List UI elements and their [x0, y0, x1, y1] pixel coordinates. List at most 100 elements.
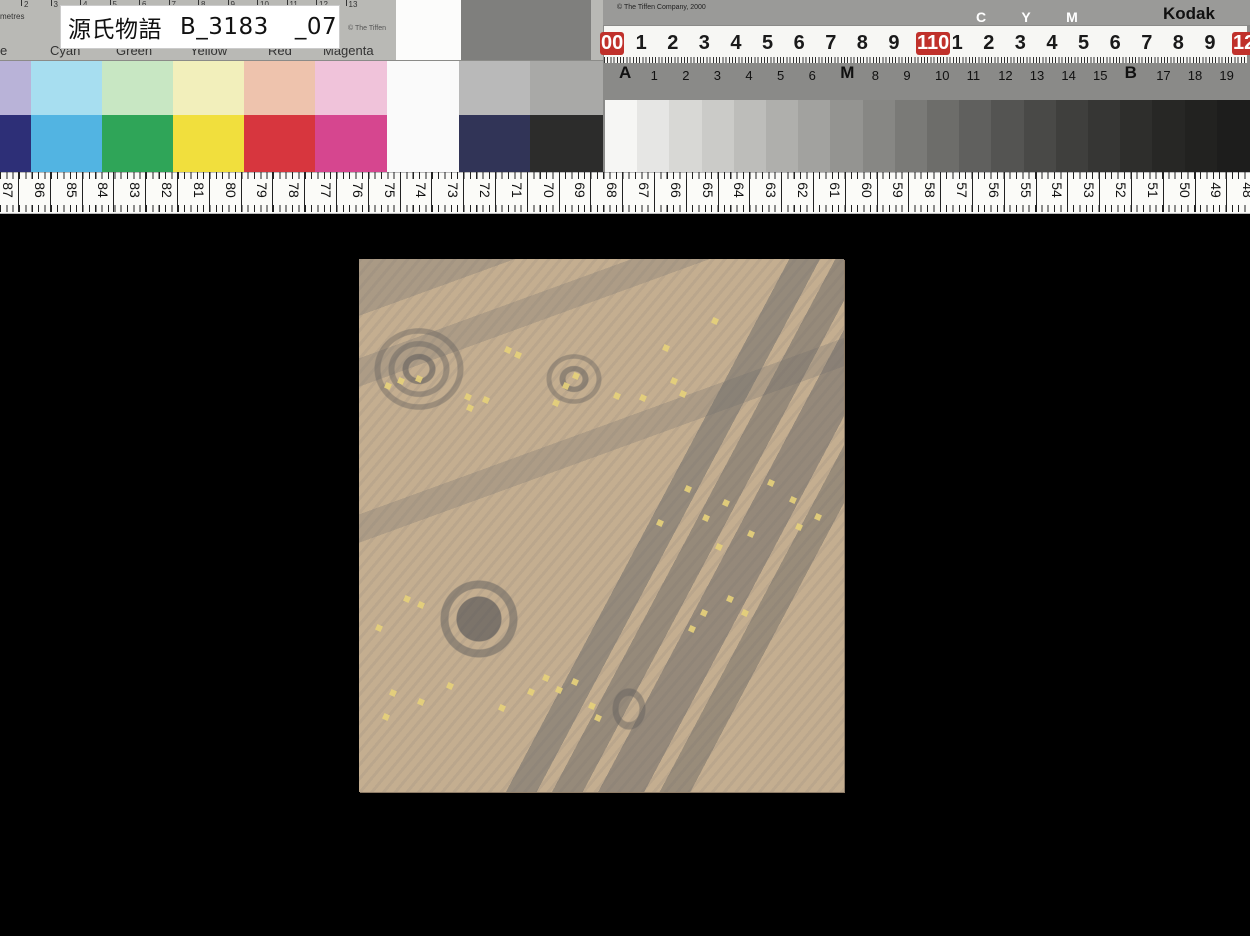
tape-number: 61	[826, 182, 843, 198]
ruler-number: 2	[983, 32, 995, 54]
tape-major-tick	[908, 172, 910, 212]
tape-number: 68	[604, 182, 621, 198]
ruler-number: 1	[635, 32, 647, 54]
swatch-top	[459, 61, 530, 115]
swatch-bottom	[530, 115, 603, 172]
swatch-bottom	[244, 115, 315, 172]
tape-major-tick	[1162, 172, 1164, 212]
gray-step	[894, 100, 928, 172]
ruler-number: 7	[1141, 32, 1153, 54]
swatch-bottom	[0, 115, 31, 172]
tape-number: 78	[286, 182, 303, 198]
gray-step	[1184, 100, 1218, 172]
tape-major-tick	[81, 172, 83, 212]
ruler-number: 8	[856, 32, 868, 54]
tape-major-tick	[1035, 172, 1037, 212]
gray-step	[830, 100, 864, 172]
swatch-bottom	[315, 115, 387, 172]
scale-label: 17	[1156, 68, 1171, 83]
tape-number: 72	[477, 182, 493, 198]
tape-number: 51	[1144, 182, 1161, 198]
label-title: 源氏物語	[68, 17, 162, 43]
scale-label: 18	[1187, 68, 1203, 83]
scale-label: 14	[1061, 68, 1076, 83]
ruler-number: 6	[793, 32, 805, 54]
tape-major-tick	[177, 172, 178, 212]
swatch-bottom	[31, 115, 102, 172]
gray-step	[1152, 100, 1186, 172]
scale-label: 6	[808, 68, 816, 83]
gray-step	[1120, 100, 1154, 172]
tape-major-tick	[844, 172, 846, 212]
ruler-number: 3	[1014, 32, 1026, 54]
scale-label: 11	[966, 68, 981, 83]
tape-number: 86	[31, 182, 48, 198]
cm-tick-label: 13	[345, 0, 358, 9]
tape-number: 77	[318, 182, 334, 198]
scale-label: 2	[682, 68, 690, 83]
swatch-bottom	[387, 115, 459, 172]
tape-major-tick	[1131, 172, 1132, 212]
scale-label: 12	[998, 68, 1013, 83]
swatch-top	[315, 61, 387, 115]
swatch-top	[102, 61, 173, 115]
tape-number: 59	[890, 182, 907, 198]
scale-label: 15	[1093, 68, 1108, 83]
tape-major-tick	[1099, 172, 1101, 212]
scale-label: B	[1124, 63, 1137, 82]
ruler-number: 00	[600, 32, 625, 55]
marbled-book-cover	[359, 259, 844, 792]
tape-number: 76	[349, 182, 366, 198]
swatch-top	[530, 61, 603, 115]
tape-major-tick	[399, 172, 401, 212]
ruler-number: 5	[1078, 32, 1090, 54]
tape-major-tick	[654, 172, 655, 212]
scale-label: 10	[935, 68, 950, 83]
tape-major-tick	[622, 172, 624, 212]
tape-major-tick	[972, 172, 973, 212]
gray-step	[669, 100, 703, 172]
tape-number: 82	[159, 182, 175, 198]
gray-step	[1055, 100, 1089, 172]
tape-number: 67	[636, 182, 652, 198]
tape-number: 65	[699, 182, 716, 198]
tape-number: 85	[63, 182, 80, 198]
tape-major-tick	[495, 172, 496, 212]
tape-major-tick	[940, 172, 942, 212]
tape-number: 58	[922, 182, 939, 198]
tape-number: 53	[1081, 182, 1098, 198]
tape-number: 49	[1208, 182, 1225, 198]
color-name-partial: e	[0, 43, 8, 58]
swatch-bottom	[459, 115, 530, 172]
ruler-number: 12	[1232, 32, 1250, 55]
tape-number: 75	[381, 182, 398, 198]
tape-major-tick	[145, 172, 147, 212]
tape-major-tick	[336, 172, 337, 212]
tape-number: 70	[540, 182, 557, 198]
gray-step	[1216, 100, 1250, 172]
tape-number: 56	[985, 182, 1002, 198]
gray-step	[766, 100, 799, 172]
tape-major-tick	[431, 172, 433, 212]
tape-major-tick	[1226, 172, 1228, 212]
swatch-top	[173, 61, 244, 115]
kodak-copyright: © The Tiffen Company, 2000	[617, 4, 706, 11]
tape-major-tick	[304, 172, 306, 212]
tape-number: 63	[763, 182, 780, 198]
ruler-number: 9	[1204, 32, 1216, 54]
swatch-bottom	[102, 115, 173, 172]
scale-label: 8	[871, 68, 880, 83]
swatch-top	[31, 61, 102, 115]
gray-step	[733, 100, 767, 172]
tape-major-tick	[781, 172, 783, 212]
tape-number: 57	[954, 182, 970, 198]
label-id: B_3183	[180, 14, 269, 40]
gray-step	[798, 100, 832, 172]
ruler-number: 1	[951, 32, 963, 54]
tape-number: 66	[667, 182, 684, 198]
ruler-number: 9	[888, 32, 900, 54]
tape-major-tick	[558, 172, 560, 212]
tape-number: 73	[445, 182, 462, 198]
gray-patch	[461, 0, 591, 60]
scale-label: 5	[777, 68, 785, 83]
